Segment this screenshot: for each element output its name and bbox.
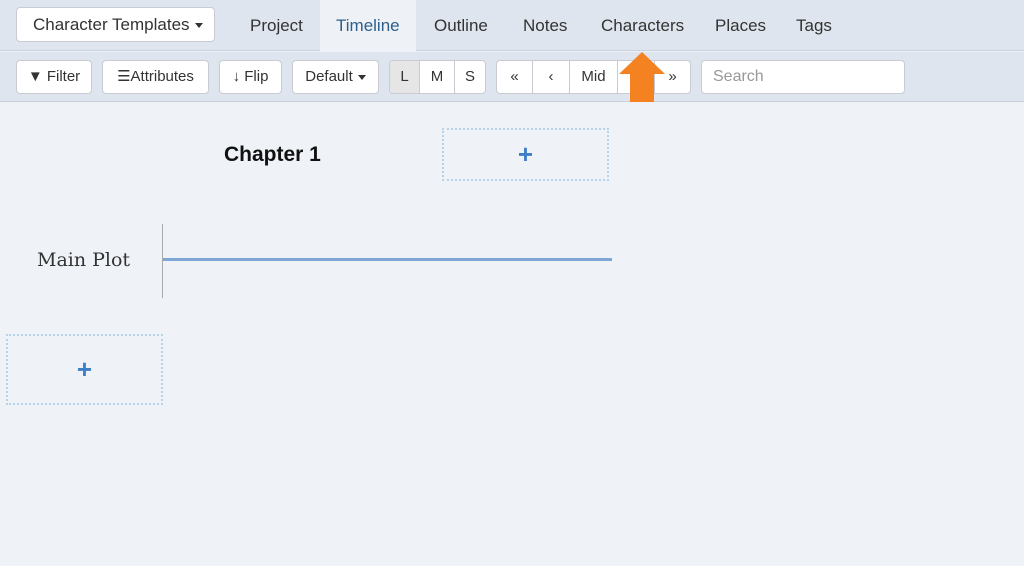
caret-down-icon bbox=[357, 74, 366, 80]
attributes-button[interactable]: ☰Attributes bbox=[102, 60, 209, 94]
plotline-track bbox=[163, 258, 612, 261]
toolbar: ▼ Filter ☰Attributes ↓ Flip Default L M … bbox=[0, 52, 1024, 102]
arrow-down-icon: ↓ bbox=[232, 68, 241, 85]
size-s-button[interactable]: S bbox=[455, 61, 485, 93]
tab-project[interactable]: Project bbox=[234, 0, 319, 51]
filter-label: Filter bbox=[46, 68, 81, 85]
tab-characters[interactable]: Characters bbox=[585, 0, 700, 51]
size-toggle-group: L M S bbox=[389, 60, 486, 94]
divider bbox=[162, 224, 163, 298]
filter-icon: ▼ bbox=[27, 68, 43, 85]
size-l-button[interactable]: L bbox=[390, 61, 420, 93]
filter-button[interactable]: ▼ Filter bbox=[16, 60, 92, 94]
size-m-button[interactable]: M bbox=[420, 61, 455, 93]
search-input[interactable] bbox=[701, 60, 905, 94]
tab-notes[interactable]: Notes bbox=[507, 0, 583, 51]
default-dropdown[interactable]: Default bbox=[292, 60, 379, 94]
plus-icon: + bbox=[76, 354, 93, 384]
flip-label: Flip bbox=[244, 68, 269, 85]
template-label: Character Templates bbox=[33, 15, 190, 34]
mid-button[interactable]: Mid bbox=[570, 61, 618, 93]
first-button[interactable]: « bbox=[497, 61, 533, 93]
tab-tags[interactable]: Tags bbox=[780, 0, 848, 51]
arrow-up-icon bbox=[619, 52, 665, 102]
list-icon: ☰ bbox=[117, 68, 131, 85]
tab-outline[interactable]: Outline bbox=[418, 0, 504, 51]
flip-button[interactable]: ↓ Flip bbox=[219, 60, 282, 94]
add-plotline-button[interactable]: + bbox=[6, 334, 163, 405]
chapter-title[interactable]: Chapter 1 bbox=[224, 143, 321, 167]
top-nav: Character Templates Project Timeline Out… bbox=[0, 0, 1024, 51]
tab-places[interactable]: Places bbox=[699, 0, 782, 51]
plus-icon: + bbox=[517, 139, 534, 169]
tab-timeline[interactable]: Timeline bbox=[320, 0, 416, 51]
attributes-label: Attributes bbox=[130, 68, 194, 85]
add-chapter-button[interactable]: + bbox=[442, 128, 609, 181]
default-label: Default bbox=[305, 68, 353, 85]
caret-down-icon bbox=[194, 23, 203, 29]
plotline-label[interactable]: Main Plot bbox=[37, 249, 130, 271]
character-templates-dropdown[interactable]: Character Templates bbox=[16, 7, 215, 42]
prev-button[interactable]: ‹ bbox=[533, 61, 570, 93]
